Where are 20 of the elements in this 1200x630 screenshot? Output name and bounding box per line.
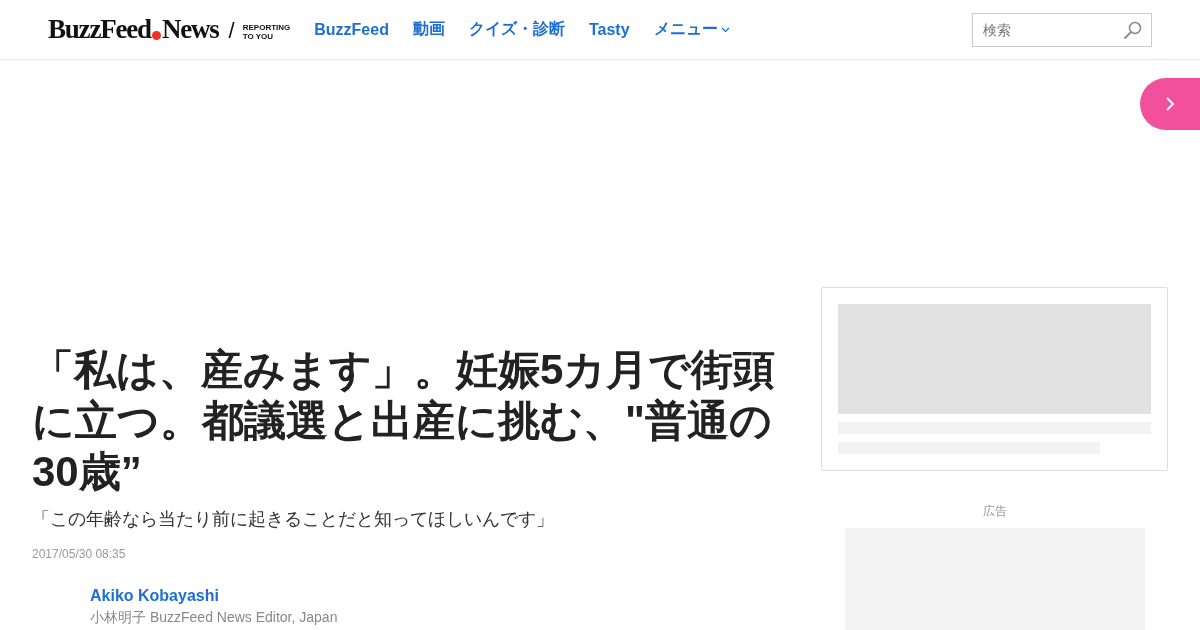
author-link[interactable]: Akiko Kobayashi — [90, 587, 219, 604]
tagline-text: TO YOU — [242, 32, 275, 41]
logo-text[interactable]: News — [161, 16, 219, 43]
ad-label: 広告 — [981, 503, 1008, 520]
publish-date: 2017/05/30 08:35 — [32, 547, 127, 561]
tagline-text: REPORTING — [242, 23, 291, 32]
nav-link[interactable]: BuzzFeed — [314, 20, 389, 39]
search-icon — [1123, 19, 1143, 40]
nav-link[interactable]: メニュー — [653, 19, 730, 40]
nav-link[interactable]: 動画 — [412, 19, 445, 40]
nav-link[interactable]: クイズ・診断 — [468, 19, 565, 40]
logo-slash: / — [228, 19, 235, 43]
search-field[interactable]: 検索 — [972, 12, 1152, 47]
logo-text[interactable]: BuzzFeed — [48, 16, 151, 43]
article-title: 「私は、産みます」。妊娠5カ月で街頭に立つ。都議選と出産に挑む、"普通の30歳” — [32, 345, 777, 497]
nav-link[interactable]: Tasty — [588, 20, 630, 39]
author-description: 小林明子 BuzzFeed News Editor, Japan — [90, 609, 339, 627]
dot-icon — [151, 31, 161, 40]
article-subtitle: 「この年齢なら当たり前に起きることだと知ってほしいんです」 — [32, 508, 555, 531]
chevron-right-icon — [1164, 96, 1176, 112]
